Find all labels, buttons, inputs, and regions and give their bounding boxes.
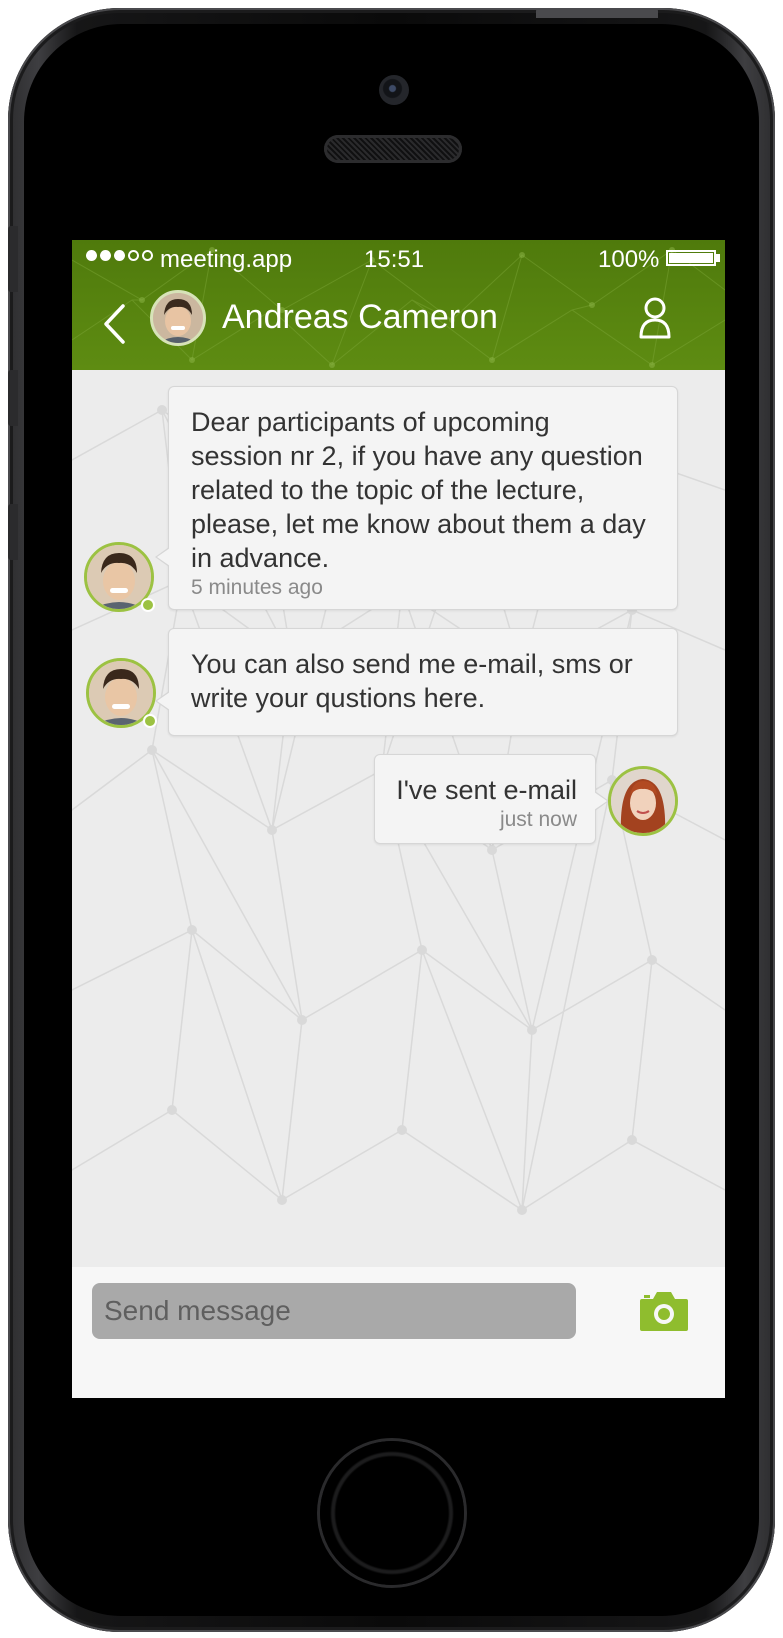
man-portrait-icon (87, 545, 151, 609)
man-portrait-icon (153, 293, 203, 343)
volume-down-button (8, 504, 18, 560)
battery-tip (716, 254, 720, 262)
app-screen: meeting.app 15:51 100% Andreas Cameron D… (72, 240, 725, 1398)
battery-icon (666, 250, 716, 266)
message-bubble[interactable]: You can also send me e-mail, sms or writ… (155, 628, 678, 736)
earpiece-speaker (324, 135, 462, 163)
online-status-dot (143, 714, 157, 728)
message-timestamp: 5 minutes ago (191, 576, 323, 599)
mute-switch (8, 226, 18, 292)
volume-up-button (8, 370, 18, 426)
chat-header: meeting.app 15:51 100% Andreas Cameron (72, 240, 725, 370)
message-bubble-outgoing[interactable]: I've sent e-mail just now (374, 754, 609, 844)
carrier-name: meeting.app (160, 246, 293, 273)
composer-bar (72, 1267, 725, 1398)
message-bubble[interactable]: Dear participants of upcoming session nr… (155, 386, 678, 610)
back-button[interactable] (94, 294, 134, 354)
camera-button[interactable] (638, 1289, 690, 1333)
contact-avatar[interactable] (150, 290, 206, 346)
man-portrait-icon (89, 661, 153, 725)
nav-bar: Andreas Cameron (72, 278, 725, 370)
front-camera (379, 75, 409, 105)
chevron-left-icon (104, 304, 125, 344)
home-button (320, 1441, 464, 1585)
message-line: in advance. (191, 543, 330, 573)
message-input[interactable] (92, 1283, 576, 1339)
contact-name: Andreas Cameron (222, 298, 498, 336)
message-text: I've sent e-mail (396, 775, 577, 805)
status-time: 15:51 (364, 246, 425, 273)
status-bar: meeting.app 15:51 100% (72, 240, 725, 278)
message-line: please, let me know about them a day (191, 509, 646, 539)
message-text: You can also send me e-mail, sms or writ… (191, 647, 659, 715)
online-status-dot (141, 598, 155, 612)
battery-fill (669, 253, 713, 263)
message-line: write your qustions here. (191, 683, 486, 713)
message-timestamp: just now (499, 808, 577, 831)
camera-icon (640, 1292, 688, 1331)
signal-strength-icon (86, 250, 153, 261)
chat-messages[interactable]: Dear participants of upcoming session nr… (72, 370, 725, 1267)
person-icon (639, 297, 671, 339)
power-button (536, 8, 658, 18)
woman-portrait-icon (611, 769, 675, 833)
message-line: related to the topic of the lecture, (191, 475, 585, 505)
message-line: You can also send me e-mail, sms or (191, 649, 633, 679)
profile-button[interactable] (630, 288, 680, 348)
message-line: Dear participants of upcoming (191, 407, 550, 437)
message-line: session nr 2, if you have any question (191, 441, 643, 471)
message-text: Dear participants of upcoming session nr… (191, 405, 659, 575)
my-avatar[interactable] (608, 766, 678, 836)
battery-percentage: 100% (598, 246, 660, 273)
